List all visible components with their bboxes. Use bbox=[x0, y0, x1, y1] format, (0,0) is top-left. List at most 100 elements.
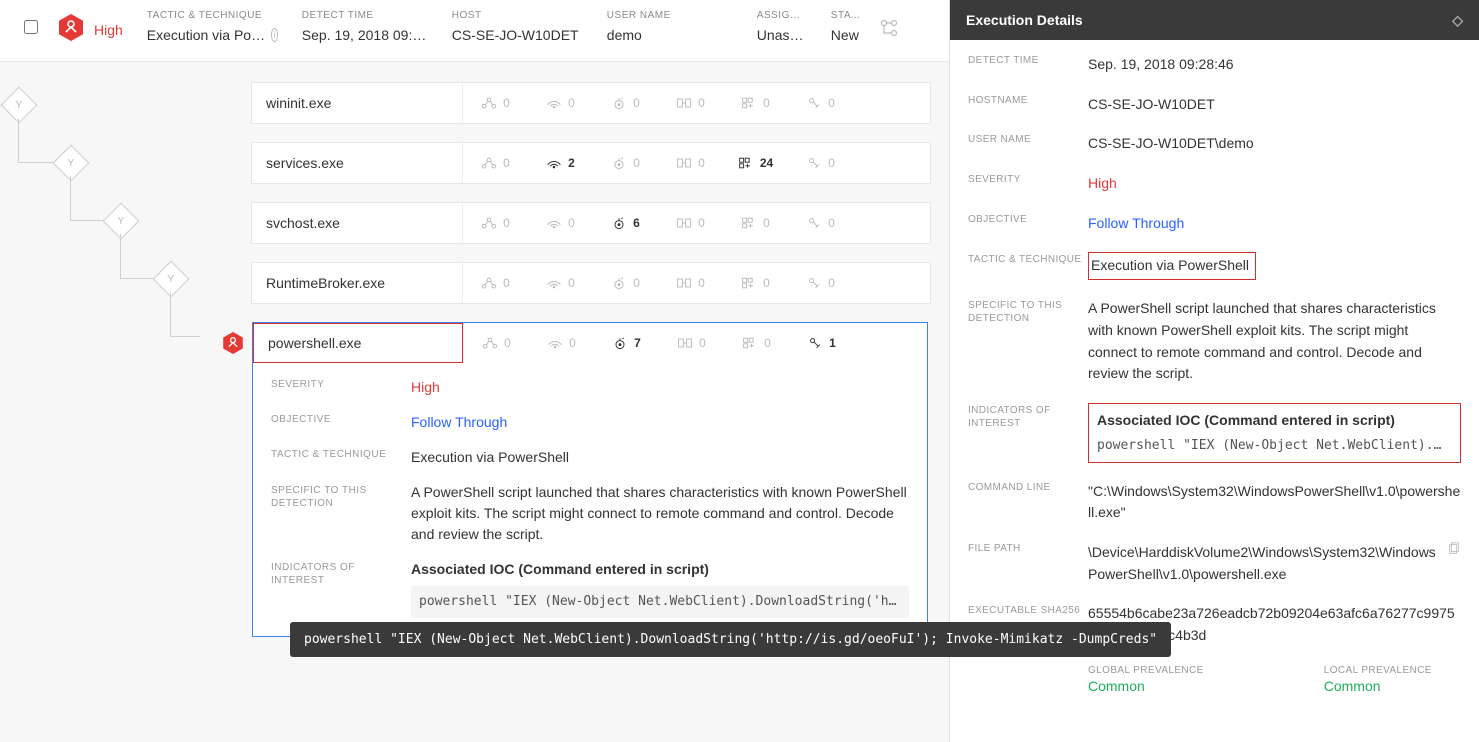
d-lprev-value: Common bbox=[1324, 678, 1432, 694]
d-ioc-label: INDICATORS OF INTEREST bbox=[968, 403, 1088, 463]
process-name: powershell.exe bbox=[253, 323, 463, 363]
process-stat[interactable]: 0 bbox=[529, 336, 594, 350]
sel-spec-label: SPECIFIC TO THIS DETECTION bbox=[271, 482, 411, 545]
sel-technique-link[interactable]: PowerShell bbox=[498, 449, 569, 465]
header-user-label: USER NAME bbox=[607, 10, 733, 21]
process-stat[interactable]: 0 bbox=[658, 216, 723, 230]
process-row[interactable]: svchost.exe006000 bbox=[251, 202, 931, 244]
process-row[interactable]: RuntimeBroker.exe000000 bbox=[251, 262, 931, 304]
process-stat[interactable]: 0 bbox=[658, 96, 723, 110]
d-sev-label: SEVERITY bbox=[968, 173, 1088, 195]
d-technique-link[interactable]: PowerShell bbox=[1178, 257, 1249, 273]
header-status-label: STATUS bbox=[831, 10, 867, 21]
process-row[interactable]: wininit.exe000000 bbox=[251, 82, 931, 124]
process-stat[interactable]: 0 bbox=[463, 216, 528, 230]
header-assignee-label: ASSIGNE… bbox=[757, 10, 807, 21]
process-stat[interactable]: 0 bbox=[658, 156, 723, 170]
d-host-value: CS-SE-JO-W10DET bbox=[1088, 94, 1461, 116]
tree-node[interactable]: Y bbox=[103, 203, 140, 240]
sel-ioc-title: Associated IOC (Command entered in scrip… bbox=[411, 559, 909, 580]
process-stat[interactable]: 0 bbox=[593, 156, 658, 170]
d-cmd-value: "C:\Windows\System32\WindowsPowerShell\v… bbox=[1088, 481, 1461, 524]
process-stat[interactable]: 0 bbox=[788, 96, 853, 110]
process-stat[interactable]: 0 bbox=[528, 276, 593, 290]
sel-tt-label: TACTIC & TECHNIQUE bbox=[271, 447, 411, 468]
d-lprev-label: LOCAL PREVALENCE bbox=[1324, 665, 1432, 676]
d-tt-label: TACTIC & TECHNIQUE bbox=[968, 252, 1088, 280]
severity-text: High bbox=[94, 0, 135, 38]
tree-node[interactable]: Y bbox=[1, 87, 38, 124]
process-stat[interactable]: 0 bbox=[528, 216, 593, 230]
process-name: wininit.exe bbox=[252, 95, 462, 111]
process-stat[interactable]: 0 bbox=[788, 216, 853, 230]
process-stat[interactable]: 0 bbox=[593, 96, 658, 110]
tree-node[interactable]: Y bbox=[153, 261, 190, 298]
process-stat[interactable]: 0 bbox=[463, 276, 528, 290]
d-spec-value: A PowerShell script launched that shares… bbox=[1088, 298, 1461, 385]
sel-spec-value: A PowerShell script launched that shares… bbox=[411, 482, 909, 545]
process-name: RuntimeBroker.exe bbox=[252, 275, 462, 291]
process-stat[interactable]: 0 bbox=[723, 216, 788, 230]
header-detect-label: DETECT TIME bbox=[302, 10, 428, 21]
select-checkbox[interactable] bbox=[14, 0, 48, 34]
sel-tactic-link[interactable]: Execution bbox=[411, 449, 472, 465]
sel-severity-value: High bbox=[411, 377, 909, 398]
d-host-label: HOSTNAME bbox=[968, 94, 1088, 116]
selected-process-details: powershell.exe007001 SEVERITYHigh OBJECT… bbox=[252, 322, 928, 637]
process-stat[interactable]: 0 bbox=[528, 96, 593, 110]
header-detect-value: Sep. 19, 2018 09:2… bbox=[302, 27, 428, 43]
d-ioc-command[interactable]: powershell "IEX (New-Object Net.WebClien… bbox=[1097, 436, 1452, 456]
header-assignee-value: Unas… bbox=[757, 27, 807, 43]
process-stat[interactable]: 6 bbox=[593, 216, 658, 230]
d-gprev-value: Common bbox=[1088, 678, 1204, 694]
sel-ioc-label: INDICATORS OF INTEREST bbox=[271, 559, 411, 618]
process-stat[interactable]: 1 bbox=[789, 336, 854, 350]
process-stat[interactable]: 24 bbox=[723, 156, 788, 170]
tree-node[interactable]: Y bbox=[53, 145, 90, 182]
header-tactic-value: Execution via Po… bbox=[147, 27, 265, 43]
process-stat[interactable]: 7 bbox=[594, 336, 659, 350]
process-row[interactable]: services.exe0200240 bbox=[251, 142, 931, 184]
detection-badge-icon bbox=[223, 332, 243, 354]
d-tactic-link[interactable]: Execution bbox=[1091, 257, 1152, 273]
d-obj-value[interactable]: Follow Through bbox=[1088, 213, 1461, 235]
process-stat[interactable]: 0 bbox=[593, 276, 658, 290]
command-tooltip: powershell "IEX (New-Object Net.WebClien… bbox=[290, 622, 1171, 657]
process-stat[interactable]: 0 bbox=[463, 96, 528, 110]
copy-icon[interactable] bbox=[1447, 542, 1461, 556]
sel-severity-label: SEVERITY bbox=[271, 377, 411, 398]
process-stat[interactable]: 0 bbox=[788, 276, 853, 290]
details-title: Execution Details bbox=[966, 12, 1083, 28]
d-user-label: USER NAME bbox=[968, 133, 1088, 155]
process-name: svchost.exe bbox=[252, 215, 462, 231]
process-stat[interactable]: 2 bbox=[528, 156, 593, 170]
process-stat[interactable]: 0 bbox=[464, 336, 529, 350]
process-stat[interactable]: 0 bbox=[724, 336, 789, 350]
process-tree-area: Y Y Y Y wininit.exe000000services.exe020… bbox=[0, 62, 949, 742]
info-icon[interactable]: i bbox=[271, 28, 278, 42]
header-tactic-label: TACTIC & TECHNIQUE bbox=[147, 10, 278, 21]
expand-icon[interactable]: ◇ bbox=[1452, 12, 1463, 29]
d-gprev-label: GLOBAL PREVALENCE bbox=[1088, 665, 1204, 676]
sel-objective-label: OBJECTIVE bbox=[271, 412, 411, 433]
detection-header: High TACTIC & TECHNIQUE Execution via Po…… bbox=[0, 0, 949, 62]
sel-objective-value[interactable]: Follow Through bbox=[411, 412, 909, 433]
process-tree-icon[interactable] bbox=[879, 0, 905, 41]
process-stat[interactable]: 0 bbox=[658, 276, 723, 290]
process-stat[interactable]: 0 bbox=[723, 96, 788, 110]
process-row-selected[interactable]: powershell.exe007001 bbox=[253, 323, 927, 363]
process-stat[interactable]: 0 bbox=[463, 156, 528, 170]
header-user-value: demo bbox=[607, 27, 733, 43]
d-path-label: FILE PATH bbox=[968, 542, 1088, 585]
d-obj-label: OBJECTIVE bbox=[968, 213, 1088, 235]
process-stat[interactable]: 0 bbox=[788, 156, 853, 170]
sel-ioc-command[interactable]: powershell "IEX (New-Object Net.WebClien… bbox=[411, 586, 909, 618]
d-detect-value: Sep. 19, 2018 09:28:46 bbox=[1088, 54, 1461, 76]
process-stat[interactable]: 0 bbox=[723, 276, 788, 290]
process-stat[interactable]: 0 bbox=[659, 336, 724, 350]
d-cmd-label: COMMAND LINE bbox=[968, 481, 1088, 524]
d-user-value: CS-SE-JO-W10DET\demo bbox=[1088, 133, 1461, 155]
header-status-value: New bbox=[831, 27, 867, 43]
d-spec-label: SPECIFIC TO THIS DETECTION bbox=[968, 298, 1088, 385]
header-host-label: HOST bbox=[452, 10, 583, 21]
